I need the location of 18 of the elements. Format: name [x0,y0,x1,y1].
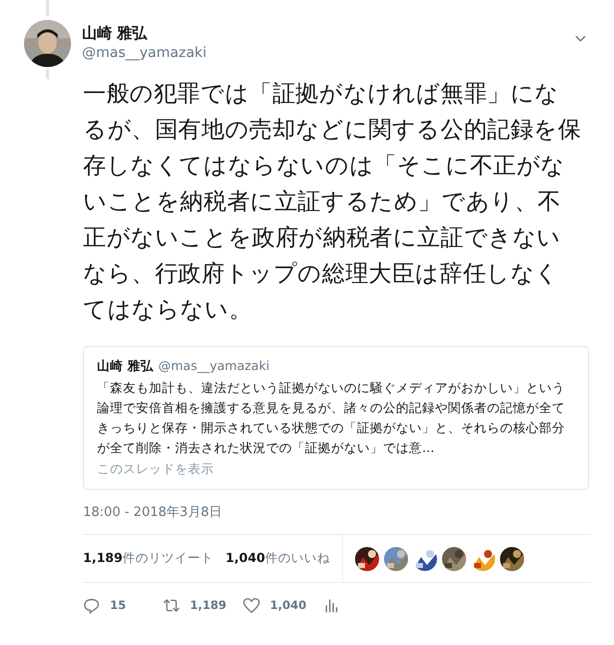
quoted-tweet[interactable]: 山崎 雅弘 @mas__yamazaki 「森友も加計も、違法だという証拠がないのに騒ぐメディアがおかしい」という論理で安倍首相を擁護する意見を見るが、諸々の公的記録や関係者の記憶が全てきっちりと保存・開示されている状態での「証拠がない」と、それらの核心部分が全て削除・消去された状況での「証拠がない」では意… このスレッドを表示 [83,346,589,490]
action-count: 15 [110,598,126,612]
action-count: 1,040 [270,598,306,612]
author-handle[interactable]: @mas__yamazaki [82,43,575,63]
author-name[interactable]: 山崎 雅弘 [82,23,575,43]
action-count: 1,189 [190,598,226,612]
analytics-icon[interactable] [323,596,340,614]
tweet-text: 一般の犯罪では「証拠がなければ無罪」になるが、国有地の売却などに関する公的記録を保存しなくてはならないのは「そこに不正がないことを納税者に立証するため」であり、不正がないことを政府が納税者に立証できないなら、行政府トップの総理大臣は辞任しなくてはならない。 [83,80,582,325]
heart-icon[interactable] [243,596,260,614]
engagement-count[interactable]: 1,040件のいいね [226,550,330,567]
quoted-tweet-text: 「森友も加計も、違法だという証拠がないのに騒ぐメディアがおかしい」という論理で安倍首相を擁護する意見を見るが、諸々の公的記録や関係者の記憶が全てきっちりと保存・開示されている状態での「証拠がない」と、それらの核心部分が全て削除・消去された状況での「証拠がない」では意… [97,379,566,457]
quoted-author-handle: @mas__yamazaki [158,358,270,373]
chevron-icon[interactable] [575,35,586,43]
reply-icon[interactable] [83,596,100,614]
timestamp[interactable]: 18:00 - 2018年3月8日 [83,503,590,521]
retweet-icon[interactable] [163,596,180,614]
engagement-count[interactable]: 1,189件のリツイート [83,550,214,567]
quoted-author-name: 山崎 雅弘 [97,358,154,375]
